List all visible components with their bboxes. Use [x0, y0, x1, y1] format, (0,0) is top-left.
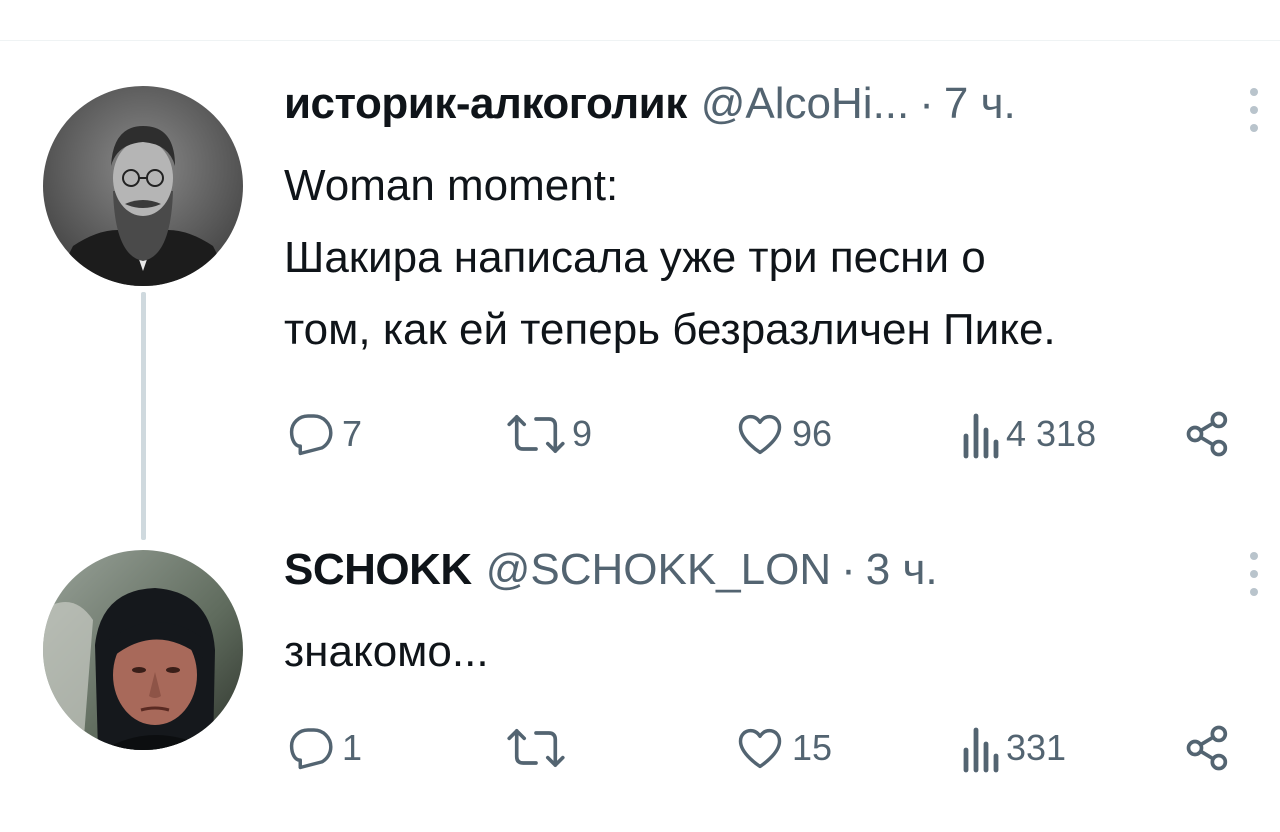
bearded-man-portrait [43, 86, 243, 286]
separator-dot: · [841, 545, 856, 594]
retweet-icon [507, 415, 565, 453]
avatar[interactable] [43, 86, 243, 286]
views-button[interactable]: 4 318 [960, 404, 1096, 464]
view-count: 4 318 [1006, 413, 1097, 454]
views-icon [963, 413, 999, 459]
views-button[interactable]: 331 [960, 718, 1066, 778]
view-count: 331 [1006, 727, 1067, 768]
like-count: 15 [792, 727, 833, 768]
retweet-button[interactable] [506, 718, 572, 778]
reply-button[interactable]: 7 [284, 404, 362, 464]
tweet-thread: историк-алкоголик @AlcoHi... · 7 ч. Woma… [0, 0, 1280, 832]
user-handle[interactable]: @SCHOKK_LON [486, 544, 831, 596]
tweet-header: историк-алкоголик @AlcoHi... · 7 ч. [284, 78, 1016, 130]
views-icon [963, 727, 999, 773]
hooded-man-portrait [43, 550, 243, 750]
timestamp[interactable]: 3 ч. [866, 544, 938, 596]
reply-icon [289, 414, 333, 456]
more-dot-icon [1250, 552, 1258, 560]
display-name[interactable]: историк-алкоголик [284, 78, 687, 130]
separator-dot: · [919, 79, 934, 128]
like-button[interactable]: 15 [734, 718, 832, 778]
share-button[interactable] [1182, 404, 1234, 464]
avatar[interactable] [43, 550, 243, 750]
display-name[interactable]: SCHOKK [284, 544, 472, 596]
action-bar: 7 9 96 4 318 [284, 404, 1244, 464]
retweet-button[interactable]: 9 [506, 404, 592, 464]
reply-count: 7 [342, 413, 363, 454]
heart-icon [738, 414, 782, 455]
user-handle[interactable]: @AlcoHi... [701, 78, 909, 130]
top-divider [0, 40, 1280, 41]
like-count: 96 [792, 413, 833, 454]
like-button[interactable]: 96 [734, 404, 832, 464]
tweet-text-line: знакомо... [284, 627, 489, 676]
tweet-text-line: том, как ей теперь безразличен Пике. [284, 305, 1056, 354]
tweet-text: Woman moment: Шакира написала уже три пе… [284, 150, 1056, 366]
more-dot-icon [1250, 106, 1258, 114]
tweet-header: SCHOKK @SCHOKK_LON · 3 ч. [284, 544, 938, 596]
more-dot-icon [1250, 570, 1258, 578]
reply-button[interactable]: 1 [284, 718, 362, 778]
more-options-button[interactable] [1244, 552, 1264, 596]
share-icon [1186, 411, 1228, 457]
more-dot-icon [1250, 588, 1258, 596]
more-dot-icon [1250, 124, 1258, 132]
more-options-button[interactable] [1244, 88, 1264, 132]
tweet-text-line: Шакира написала уже три песни о [284, 233, 986, 282]
reply-count: 1 [342, 727, 363, 768]
share-icon [1186, 725, 1228, 771]
reply-icon [289, 728, 333, 770]
more-dot-icon [1250, 88, 1258, 96]
tweet-text: знакомо... [284, 616, 489, 688]
tweet-text-line: Woman moment: [284, 161, 619, 210]
timestamp[interactable]: 7 ч. [944, 78, 1016, 130]
retweet-icon [507, 729, 565, 767]
heart-icon [738, 728, 782, 769]
retweet-count: 9 [572, 413, 593, 454]
share-button[interactable] [1182, 718, 1234, 778]
action-bar: 1 15 331 [284, 718, 1244, 778]
thread-connector-line [141, 292, 146, 540]
